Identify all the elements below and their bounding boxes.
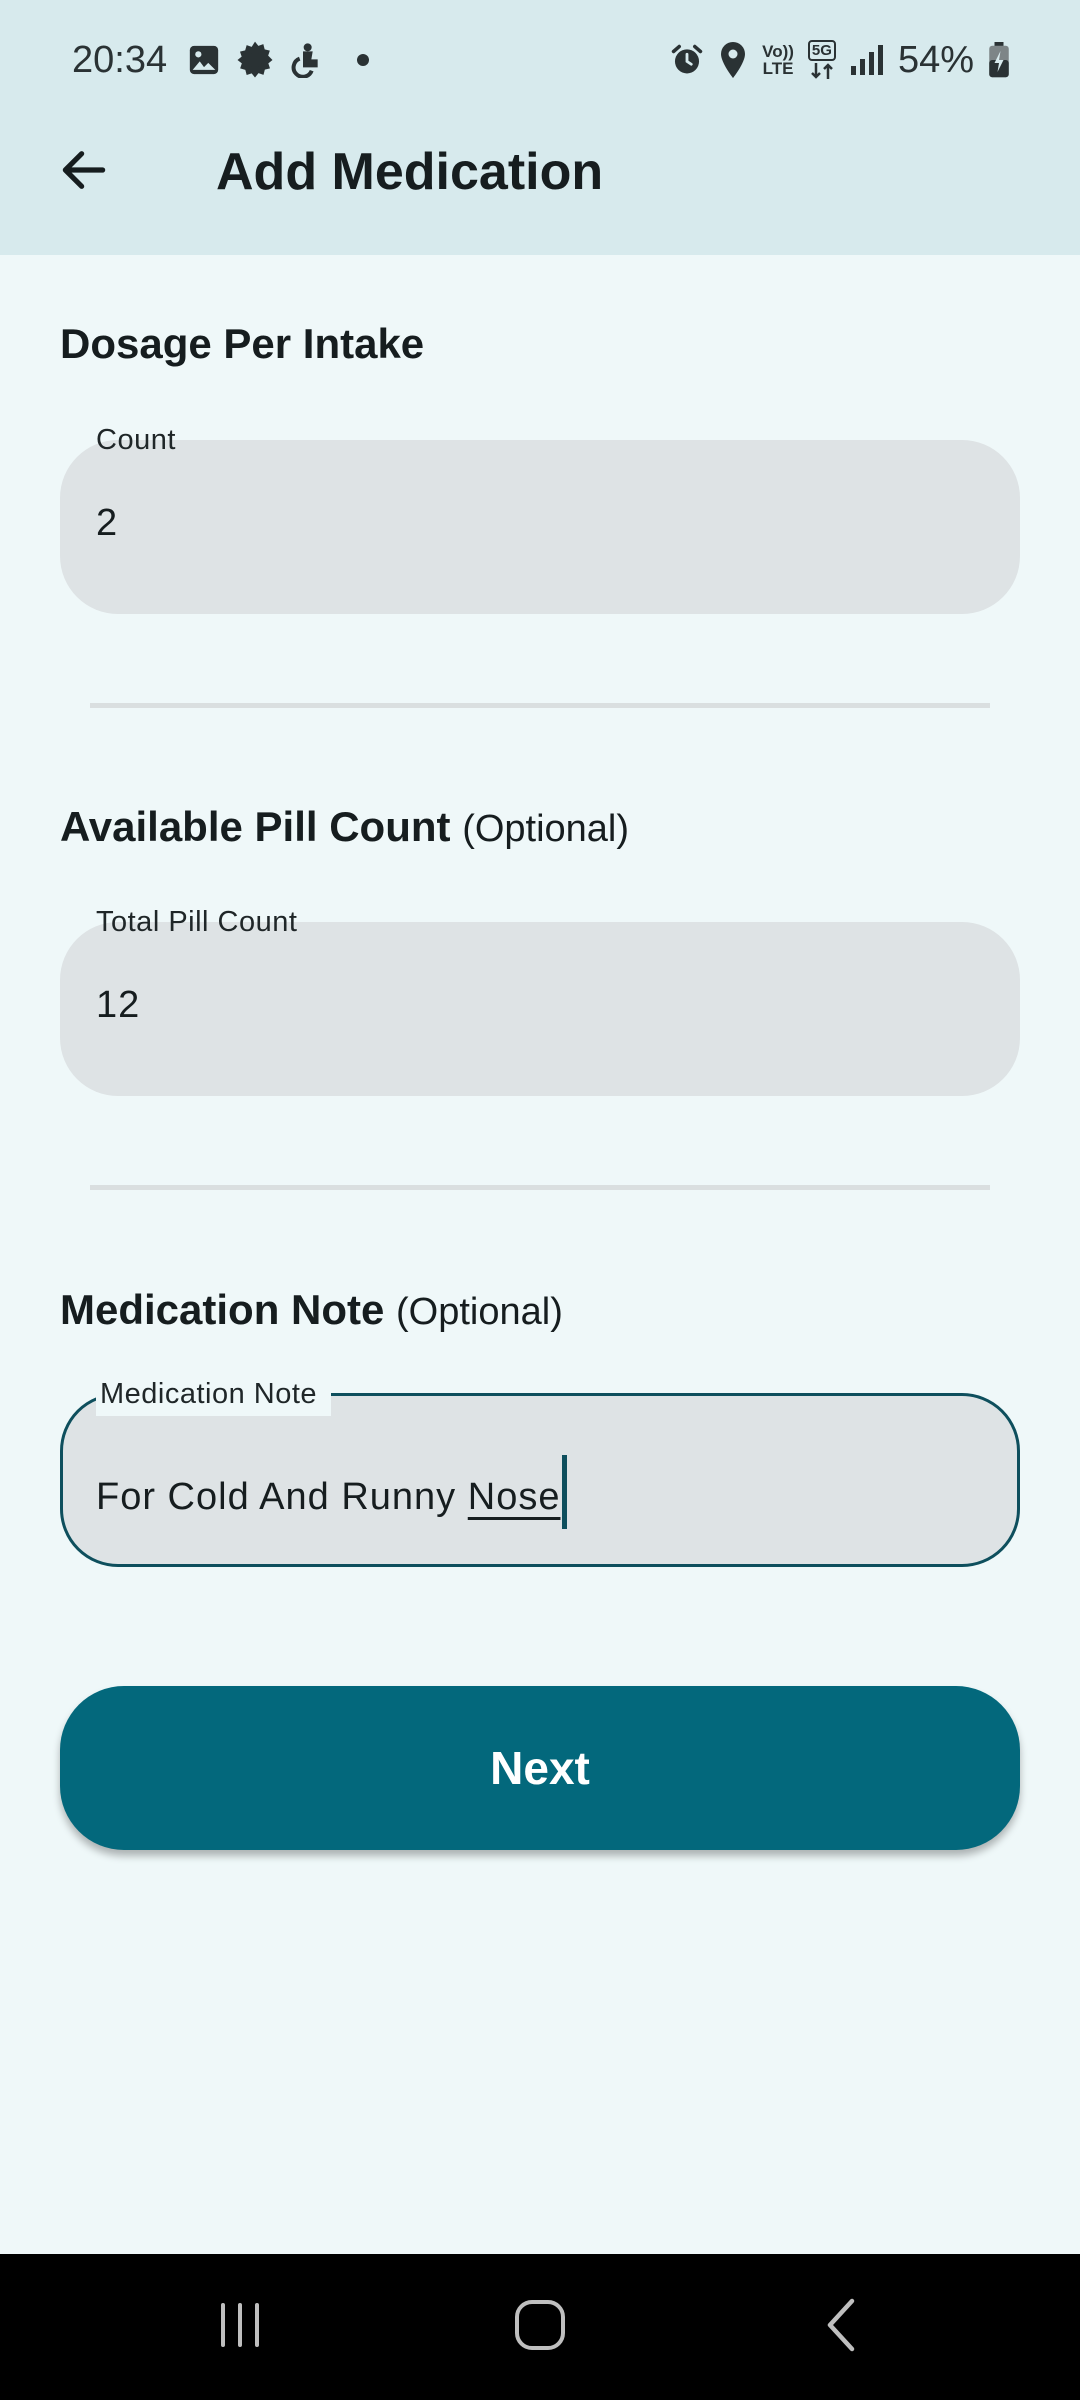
medication-note-value[interactable]: For Cold And Runny Nose: [96, 1455, 568, 1529]
dosage-heading: Dosage Per Intake: [60, 320, 424, 368]
count-field[interactable]: Count 2: [60, 424, 1020, 614]
status-time: 20:34: [72, 38, 168, 81]
status-bar-left: 20:34: [72, 38, 370, 82]
count-field-value[interactable]: 2: [96, 502, 118, 545]
pill-count-heading: Available Pill Count (Optional): [60, 803, 629, 851]
medication-note-label: Medication Note: [96, 1372, 332, 1416]
status-bar: 20:34 Vo)) LTE 5G 54%: [0, 28, 1080, 92]
settings-gear-icon: [235, 40, 275, 80]
optional-label: (Optional): [462, 808, 630, 850]
gallery-icon: [187, 43, 221, 77]
section-divider: [90, 1185, 990, 1190]
optional-label: (Optional): [396, 1291, 563, 1333]
battery-percent: 54%: [897, 38, 974, 81]
medication-note-composing-word: Nose: [467, 1476, 561, 1518]
home-icon: [514, 2299, 566, 2356]
alarm-icon: [670, 43, 704, 77]
home-button[interactable]: [450, 2254, 630, 2400]
page-title: Add Medication: [216, 143, 604, 201]
battery-charging-icon: [988, 42, 1010, 78]
total-pill-count-value[interactable]: 12: [96, 984, 140, 1027]
count-field-label: Count: [96, 424, 176, 456]
arrow-back-icon: [56, 142, 112, 203]
accessibility-icon: [289, 42, 321, 78]
next-button[interactable]: Next: [60, 1686, 1020, 1850]
medication-note-text: For Cold And Runny: [96, 1476, 468, 1518]
pill-count-heading-text: Available Pill Count: [60, 803, 451, 850]
text-cursor: [562, 1455, 568, 1529]
medication-note-heading: Medication Note (Optional): [60, 1286, 563, 1334]
recents-icon: [215, 2300, 265, 2355]
status-bar-right: Vo)) LTE 5G 54%: [670, 39, 1010, 82]
app-bar: Add Medication: [0, 110, 1080, 230]
total-pill-count-field[interactable]: Total Pill Count 12: [60, 906, 1020, 1096]
nav-back-icon: [822, 2297, 862, 2358]
total-pill-count-label: Total Pill Count: [96, 906, 298, 938]
recents-button[interactable]: [150, 2254, 330, 2400]
next-button-label: Next: [490, 1742, 590, 1794]
nav-back-button[interactable]: [752, 2254, 932, 2400]
medication-note-field[interactable]: Medication Note For Cold And Runny Nose: [60, 1372, 1020, 1567]
system-nav-bar: [0, 2254, 1080, 2400]
location-icon: [718, 42, 748, 78]
notification-dot: [357, 54, 370, 66]
dosage-heading-text: Dosage Per Intake: [60, 320, 425, 367]
volte-icon: Vo)) LTE: [762, 42, 794, 78]
section-divider: [90, 703, 990, 708]
5g-data-icon: 5G: [807, 39, 836, 81]
signal-icon: [850, 44, 884, 76]
back-button[interactable]: [42, 130, 126, 214]
medication-note-heading-text: Medication Note: [60, 1286, 385, 1333]
